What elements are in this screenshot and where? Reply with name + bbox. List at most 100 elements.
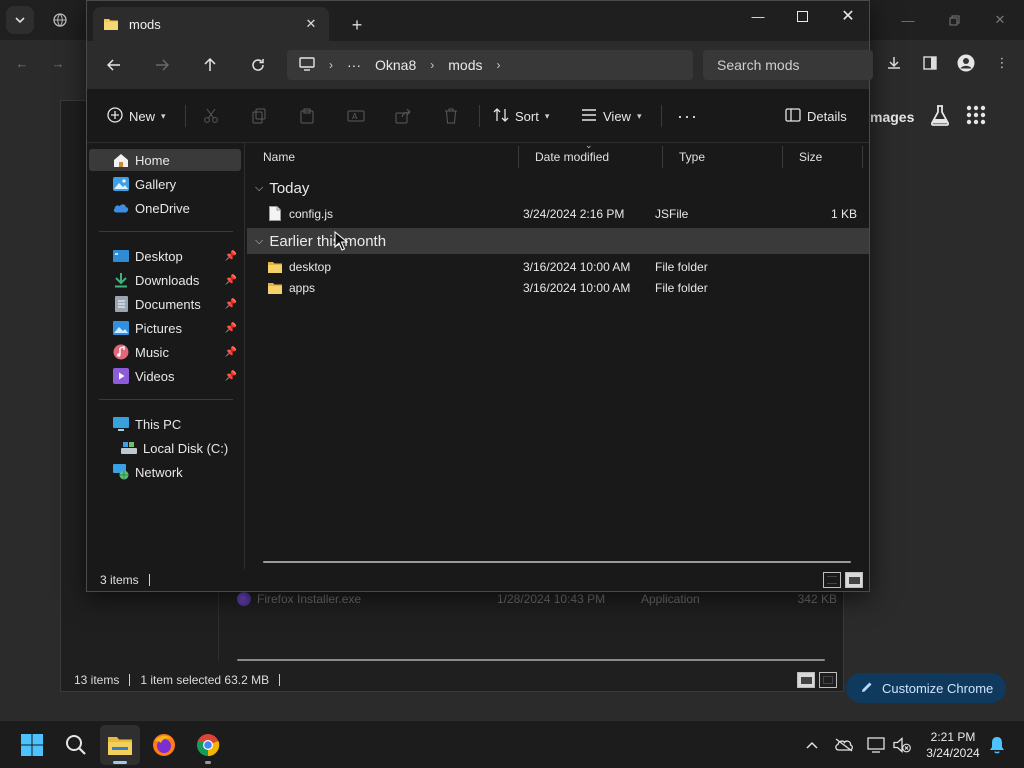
- sort-arrows-icon: [493, 107, 509, 126]
- download-icon[interactable]: [880, 49, 908, 77]
- more-options-icon[interactable]: ···: [677, 103, 698, 129]
- tiles-view-icon[interactable]: [845, 572, 863, 588]
- nav-item-downloads[interactable]: Downloads 📌: [89, 269, 241, 291]
- this-pc-monitor-icon[interactable]: [299, 56, 315, 74]
- view-button[interactable]: View ▾: [581, 103, 641, 129]
- file-row[interactable]: apps 3/16/2024 10:00 AM File folder: [247, 277, 869, 298]
- chevron-right-icon[interactable]: ›: [496, 58, 500, 72]
- collapse-chevron-icon[interactable]: ⌵: [255, 235, 263, 248]
- address-bar[interactable]: › ··· Okna8 › mods ›: [287, 50, 693, 80]
- pin-icon[interactable]: 📌: [225, 371, 237, 382]
- tab-search-chevron-icon[interactable]: [6, 6, 34, 34]
- paste-icon[interactable]: [299, 103, 315, 129]
- customize-chrome-button[interactable]: Customize Chrome: [846, 673, 1006, 703]
- explorer-tab[interactable]: mods ✕: [93, 7, 329, 41]
- details-view-icon[interactable]: [823, 572, 841, 588]
- command-bar: New ▾ A Sort ▾ View ▾ ··· Details: [87, 89, 869, 143]
- taskbar-clock[interactable]: 2:21 PM 3/24/2024: [918, 729, 988, 761]
- start-windows-icon[interactable]: [12, 725, 52, 765]
- pin-icon[interactable]: 📌: [225, 275, 237, 286]
- labs-flask-icon[interactable]: [930, 104, 950, 129]
- chevron-right-icon[interactable]: ›: [430, 58, 434, 72]
- breadcrumb-okna8[interactable]: Okna8: [375, 57, 416, 73]
- google-apps-grid-icon[interactable]: [966, 105, 986, 128]
- pin-icon[interactable]: 📌: [225, 299, 237, 310]
- bg-file-size: 342 KB: [797, 592, 837, 606]
- nav-item-network[interactable]: Network: [89, 461, 241, 483]
- search-icon[interactable]: [56, 725, 96, 765]
- group-header-today[interactable]: ⌵ Today: [247, 175, 869, 201]
- nav-item-music[interactable]: Music 📌: [89, 341, 241, 363]
- nav-item-pictures[interactable]: Pictures 📌: [89, 317, 241, 339]
- nav-music-label: Music: [135, 344, 169, 360]
- active-indicator: [113, 761, 127, 764]
- new-tab-icon[interactable]: +: [345, 13, 369, 37]
- sort-button[interactable]: Sort ▾: [493, 103, 549, 129]
- cut-icon[interactable]: [203, 103, 219, 129]
- view-lines-icon: [581, 108, 597, 125]
- breadcrumb-mods[interactable]: mods: [448, 57, 482, 73]
- rename-icon[interactable]: A: [347, 103, 365, 129]
- nav-item-this-pc[interactable]: This PC: [89, 413, 241, 435]
- nav-item-videos[interactable]: Videos 📌: [89, 365, 241, 387]
- pin-icon[interactable]: 📌: [225, 323, 237, 334]
- bg-file-row[interactable]: Firefox Installer.exe 1/28/2024 10:43 PM…: [237, 589, 837, 609]
- up-arrow-icon[interactable]: [195, 51, 225, 79]
- share-icon[interactable]: [395, 103, 411, 129]
- details-pane-button[interactable]: Details: [785, 103, 847, 129]
- file-row[interactable]: config.js 3/24/2024 2:16 PM JSFile 1 KB: [247, 203, 869, 224]
- chrome-icon[interactable]: [188, 725, 228, 765]
- close-icon[interactable]: ✕: [825, 1, 871, 31]
- nav-item-documents[interactable]: Documents 📌: [89, 293, 241, 315]
- details-view-icon[interactable]: [797, 672, 815, 688]
- delete-icon[interactable]: [443, 103, 459, 129]
- tab-close-icon[interactable]: ✕: [299, 12, 323, 36]
- bg-horizontal-scrollbar[interactable]: [237, 659, 825, 661]
- refresh-icon[interactable]: [243, 51, 273, 79]
- column-size[interactable]: Size: [783, 146, 863, 168]
- search-input[interactable]: Search mods: [703, 50, 873, 80]
- copy-icon[interactable]: [251, 103, 267, 129]
- pin-icon[interactable]: 📌: [225, 251, 237, 262]
- chrome-forward-icon[interactable]: →: [44, 49, 72, 77]
- profile-icon[interactable]: [952, 49, 980, 77]
- cloud-offline-icon[interactable]: [832, 733, 856, 757]
- notification-bell-icon[interactable]: [985, 733, 1009, 757]
- taskbar: 2:21 PM 3/24/2024: [0, 720, 1024, 768]
- collapse-chevron-icon[interactable]: ⌵: [255, 182, 263, 195]
- column-type[interactable]: Type: [663, 146, 783, 168]
- chevron-up-icon[interactable]: [800, 733, 824, 757]
- globe-icon[interactable]: [46, 6, 74, 34]
- file-explorer-taskbar-icon[interactable]: [100, 725, 140, 765]
- nav-item-onedrive[interactable]: OneDrive: [89, 197, 241, 219]
- tiles-view-icon[interactable]: [819, 672, 837, 688]
- nav-item-desktop[interactable]: Desktop 📌: [89, 245, 241, 267]
- nav-item-home[interactable]: Home: [89, 149, 241, 171]
- ellipsis-icon[interactable]: ···: [347, 57, 361, 73]
- minimize-icon[interactable]: —: [735, 1, 781, 31]
- chrome-back-icon[interactable]: ←: [8, 49, 36, 77]
- nav-item-gallery[interactable]: Gallery: [89, 173, 241, 195]
- more-menu-icon[interactable]: ⋮: [988, 49, 1016, 77]
- column-name[interactable]: Name: [247, 146, 519, 168]
- network-status-icon[interactable]: [864, 733, 888, 757]
- chrome-restore-icon[interactable]: [940, 6, 968, 34]
- chrome-close-icon[interactable]: ✕: [986, 6, 1014, 34]
- firefox-icon[interactable]: [144, 725, 184, 765]
- chevron-down-icon: ▾: [544, 110, 550, 121]
- volume-muted-icon[interactable]: [890, 733, 914, 757]
- chevron-right-icon[interactable]: ›: [329, 58, 333, 72]
- new-button[interactable]: New ▾: [107, 103, 166, 129]
- horizontal-scrollbar[interactable]: [263, 561, 851, 563]
- nav-item-local-disk[interactable]: Local Disk (C:): [89, 437, 241, 459]
- side-panel-icon[interactable]: [916, 49, 944, 77]
- file-row[interactable]: desktop 3/16/2024 10:00 AM File folder: [247, 256, 869, 277]
- chrome-minimize-icon[interactable]: —: [894, 6, 922, 34]
- images-link[interactable]: mages: [870, 109, 914, 125]
- nav-desktop-label: Desktop: [135, 248, 183, 264]
- maximize-icon[interactable]: [779, 1, 825, 31]
- back-arrow-icon[interactable]: [99, 51, 129, 79]
- pin-icon[interactable]: 📌: [225, 347, 237, 358]
- forward-arrow-icon[interactable]: [147, 51, 177, 79]
- column-date-modified[interactable]: Date modified ⌄: [519, 140, 663, 168]
